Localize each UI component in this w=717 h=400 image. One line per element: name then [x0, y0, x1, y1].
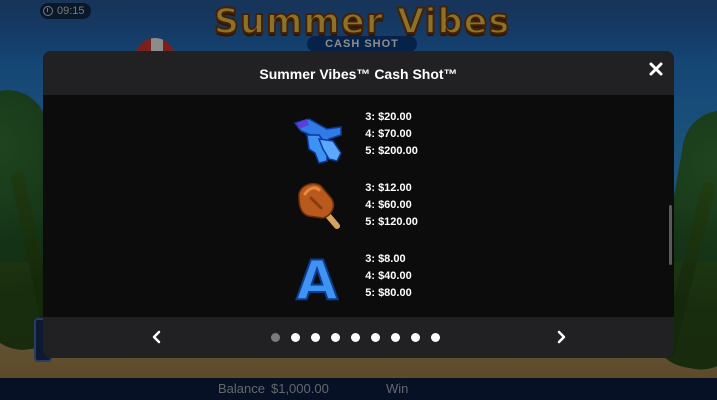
popsicle-icon: [287, 176, 347, 236]
paytable-modal: Summer Vibes™ Cash Shot™ 3: $20.00 4: $7…: [43, 51, 674, 358]
page-dot[interactable]: [351, 333, 360, 342]
page-dot[interactable]: [331, 333, 340, 342]
pay-line: 3: $8.00: [365, 253, 406, 265]
page-dot[interactable]: [391, 333, 400, 342]
page-dot[interactable]: [311, 333, 320, 342]
modal-title: Summer Vibes™ Cash Shot™: [259, 66, 458, 82]
page-dot[interactable]: [411, 333, 420, 342]
close-button[interactable]: [644, 57, 668, 81]
modal-footer: [43, 317, 674, 358]
pay-values: 3: $8.00 4: $40.00 5: $80.00: [363, 251, 483, 302]
modal-header: Summer Vibes™ Cash Shot™: [43, 51, 674, 95]
svg-text:A: A: [296, 249, 338, 307]
pay-values: 3: $20.00 4: $70.00 5: $200.00: [363, 109, 483, 160]
pay-line: 5: $80.00: [365, 287, 412, 299]
page-dot[interactable]: [291, 333, 300, 342]
pay-values: 3: $12.00 4: $60.00 5: $120.00: [363, 180, 483, 231]
page-dot[interactable]: [271, 333, 280, 342]
pay-line: 4: $70.00: [365, 128, 412, 140]
pay-line: 3: $20.00: [365, 111, 412, 123]
close-icon: [649, 62, 663, 76]
paytable-row: 3: $20.00 4: $70.00 5: $200.00: [287, 105, 487, 165]
page-dot[interactable]: [371, 333, 380, 342]
pay-line: 4: $60.00: [365, 199, 412, 211]
pay-line: 3: $12.00: [365, 182, 412, 194]
paytable-row: 3: $12.00 4: $60.00 5: $120.00: [287, 176, 487, 236]
next-page-button[interactable]: [550, 326, 572, 348]
paytable-row: A 3: $8.00 4: $40.00 5: $80.00: [287, 247, 487, 313]
scrollbar-thumb[interactable]: [669, 205, 672, 265]
prev-page-button[interactable]: [146, 326, 168, 348]
letter-a-icon: A: [287, 247, 347, 313]
page-indicator: [271, 333, 440, 343]
pay-line: 5: $200.00: [365, 145, 418, 157]
pay-line: 4: $40.00: [365, 270, 412, 282]
page-dot[interactable]: [431, 333, 440, 342]
chevron-left-icon: [152, 330, 161, 344]
pay-line: 5: $120.00: [365, 216, 418, 228]
paytable-content[interactable]: 3: $20.00 4: $70.00 5: $200.00 3: $12.00…: [43, 95, 674, 317]
flippers-icon: [287, 105, 347, 165]
chevron-right-icon: [557, 330, 566, 344]
